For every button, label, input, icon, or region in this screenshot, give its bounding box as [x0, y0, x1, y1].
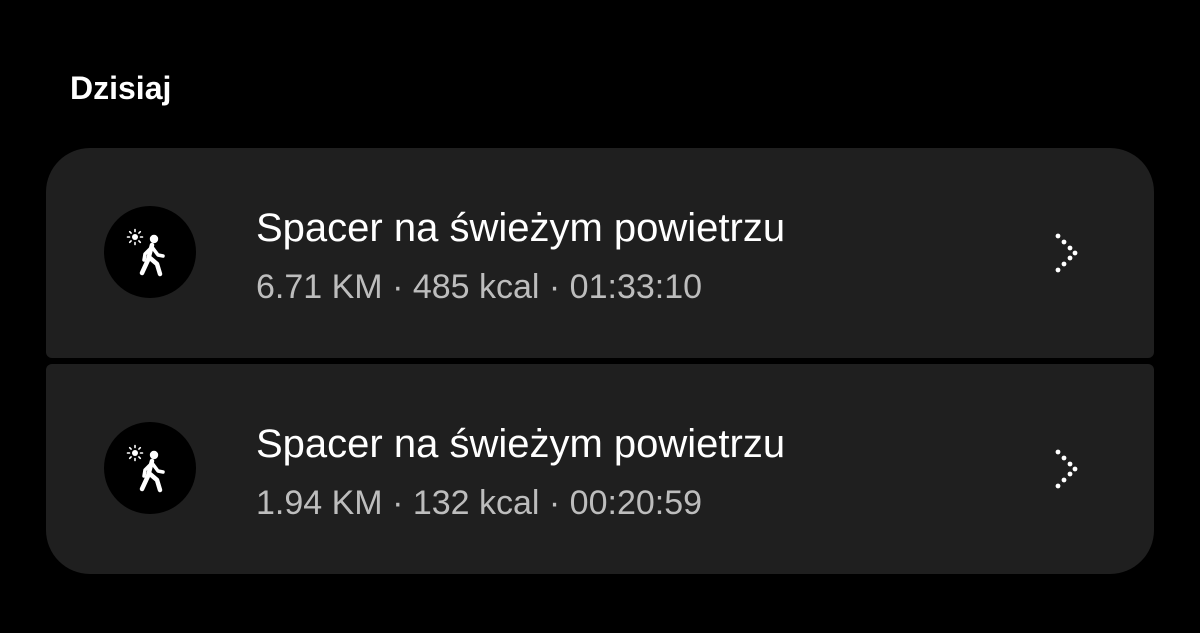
activity-stats: 1.94 KM · 132 kcal · 00:20:59 [256, 484, 703, 522]
activity-name: Spacer na świeżym powietrzu [256, 206, 786, 250]
section-title-today: Dzisiaj [70, 70, 172, 106]
activity-name: Spacer na świeżym powietrzu [256, 422, 786, 466]
activity-list: Spacer na świeżym powietrzu 6.71 KM · 48… [46, 148, 1154, 574]
chevron-right-icon [1052, 232, 1084, 274]
activity-card-2[interactable]: Spacer na świeżym powietrzu 1.94 KM · 13… [46, 364, 1154, 574]
chevron-right-icon [1052, 448, 1084, 490]
activity-stats: 6.71 KM · 485 kcal · 01:33:10 [256, 268, 703, 306]
outdoor-walk-icon [104, 422, 196, 514]
outdoor-walk-icon [104, 206, 196, 298]
activity-card-1[interactable]: Spacer na świeżym powietrzu 6.71 KM · 48… [46, 148, 1154, 358]
